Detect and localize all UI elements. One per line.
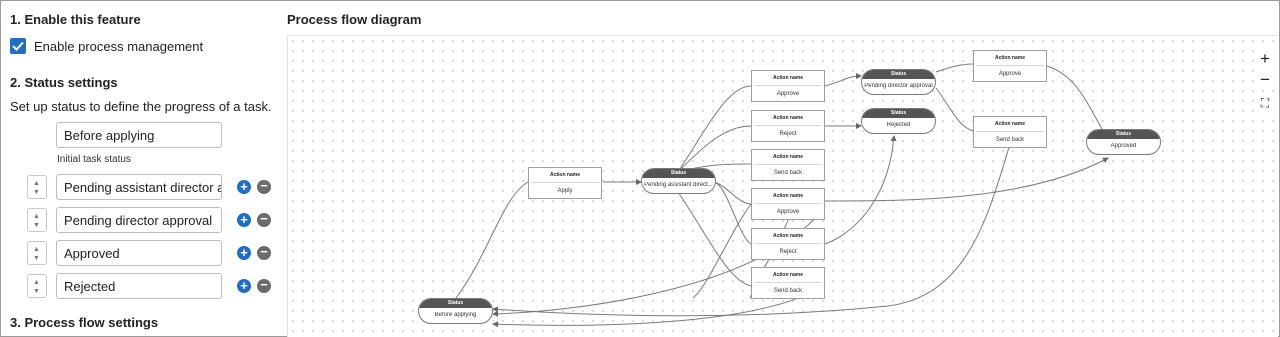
action-node-label: Send back xyxy=(995,137,1025,143)
status-node-header: Status xyxy=(862,70,935,79)
action-node-send-back[interactable]: Action name Send back xyxy=(751,267,825,299)
status-node-label: Before applying xyxy=(434,312,477,318)
action-node-label: Reject xyxy=(779,249,797,255)
status-node-header: Status xyxy=(642,169,715,178)
action-node-label: Approve xyxy=(998,71,1022,77)
action-node-label: Send back xyxy=(773,170,803,176)
add-status-button[interactable]: + xyxy=(237,180,251,194)
add-status-button[interactable]: + xyxy=(237,279,251,293)
reorder-handle[interactable]: ▲ ▼ xyxy=(27,208,47,232)
reorder-handle[interactable]: ▲ ▼ xyxy=(27,274,47,298)
arrow-down-icon: ▼ xyxy=(33,189,40,196)
add-status-button[interactable]: + xyxy=(237,213,251,227)
section-title-enable: 1. Enable this feature xyxy=(10,12,141,27)
initial-status-caption: Initial task status xyxy=(57,154,131,165)
status-node-label: Approved xyxy=(1110,143,1137,149)
initial-status-field[interactable]: Before applying xyxy=(56,122,222,148)
check-icon xyxy=(12,41,24,51)
reorder-handle[interactable]: ▲ ▼ xyxy=(27,175,47,199)
status-node-before-applying[interactable]: Status Before applying xyxy=(418,298,493,324)
remove-status-button[interactable]: − xyxy=(257,245,271,260)
action-node-header: Action name xyxy=(772,75,803,81)
settings-panel: 1. Enable this feature Enable process ma… xyxy=(0,0,278,337)
status-field[interactable]: Rejected xyxy=(56,273,222,299)
status-node-header: Status xyxy=(1087,130,1160,139)
status-node-approved[interactable]: Status Approved xyxy=(1086,129,1161,155)
diagram-canvas[interactable]: Status Before applying Status Pending as… xyxy=(287,35,1278,337)
action-node-header: Action name xyxy=(772,233,803,239)
arrow-up-icon: ▲ xyxy=(33,279,40,286)
status-node-label: Pending director approval xyxy=(864,83,933,89)
add-status-button[interactable]: + xyxy=(237,246,251,260)
action-node-approve[interactable]: Action name Approve xyxy=(973,50,1047,82)
status-node-pending-director[interactable]: Status Pending director approval xyxy=(861,69,936,95)
action-node-label: Approve xyxy=(776,209,800,215)
action-node-header: Action name xyxy=(772,193,803,199)
action-node-header: Action name xyxy=(772,272,803,278)
arrow-down-icon: ▼ xyxy=(33,255,40,262)
zoom-out-button[interactable]: − xyxy=(1254,70,1276,90)
section-title-status: 2. Status settings xyxy=(10,75,118,90)
arrow-up-icon: ▲ xyxy=(33,246,40,253)
fit-screen-button[interactable]: ⛶ xyxy=(1254,93,1276,113)
action-node-label: Approve xyxy=(776,91,800,97)
action-node-reject[interactable]: Action name Reject xyxy=(751,110,825,142)
action-node-approve[interactable]: Action name Approve xyxy=(751,70,825,102)
arrow-up-icon: ▲ xyxy=(33,180,40,187)
status-node-header: Status xyxy=(419,299,492,308)
zoom-in-button[interactable]: + xyxy=(1254,49,1276,69)
status-node-rejected[interactable]: Status Rejected xyxy=(861,108,936,134)
status-description: Set up status to define the progress of … xyxy=(10,99,272,114)
action-node-apply[interactable]: Action name Apply xyxy=(528,167,602,199)
enable-checkbox[interactable] xyxy=(10,38,26,54)
action-node-header: Action name xyxy=(549,172,580,178)
action-node-approve[interactable]: Action name Approve xyxy=(751,188,825,220)
action-node-send-back[interactable]: Action name Send back xyxy=(973,116,1047,148)
action-node-label: Reject xyxy=(779,131,797,137)
action-node-label: Send back xyxy=(773,288,803,294)
status-field[interactable]: Pending director approval xyxy=(56,207,222,233)
status-field[interactable]: Pending assistant director app xyxy=(56,174,222,200)
arrow-up-icon: ▲ xyxy=(33,213,40,220)
action-node-label: Apply xyxy=(557,188,573,194)
action-node-header: Action name xyxy=(772,154,803,160)
status-node-pending-assistant[interactable]: Status Pending assistant direct... xyxy=(641,168,716,194)
action-node-header: Action name xyxy=(772,115,803,121)
action-node-reject[interactable]: Action name Reject xyxy=(751,228,825,260)
section-title-flow: 3. Process flow settings xyxy=(10,315,159,330)
status-node-header: Status xyxy=(862,109,935,118)
remove-status-button[interactable]: − xyxy=(257,179,271,194)
action-node-header: Action name xyxy=(994,55,1025,61)
action-node-send-back[interactable]: Action name Send back xyxy=(751,149,825,181)
reorder-handle[interactable]: ▲ ▼ xyxy=(27,241,47,265)
status-field[interactable]: Approved xyxy=(56,240,222,266)
arrow-down-icon: ▼ xyxy=(33,288,40,295)
status-node-label: Rejected xyxy=(886,122,911,128)
remove-status-button[interactable]: − xyxy=(257,212,271,227)
remove-status-button[interactable]: − xyxy=(257,278,271,293)
arrow-down-icon: ▼ xyxy=(33,222,40,229)
status-node-label: Pending assistant direct... xyxy=(644,182,713,188)
action-node-header: Action name xyxy=(994,121,1025,127)
diagram-title: Process flow diagram xyxy=(287,12,422,27)
enable-checkbox-label[interactable]: Enable process management xyxy=(34,39,203,54)
